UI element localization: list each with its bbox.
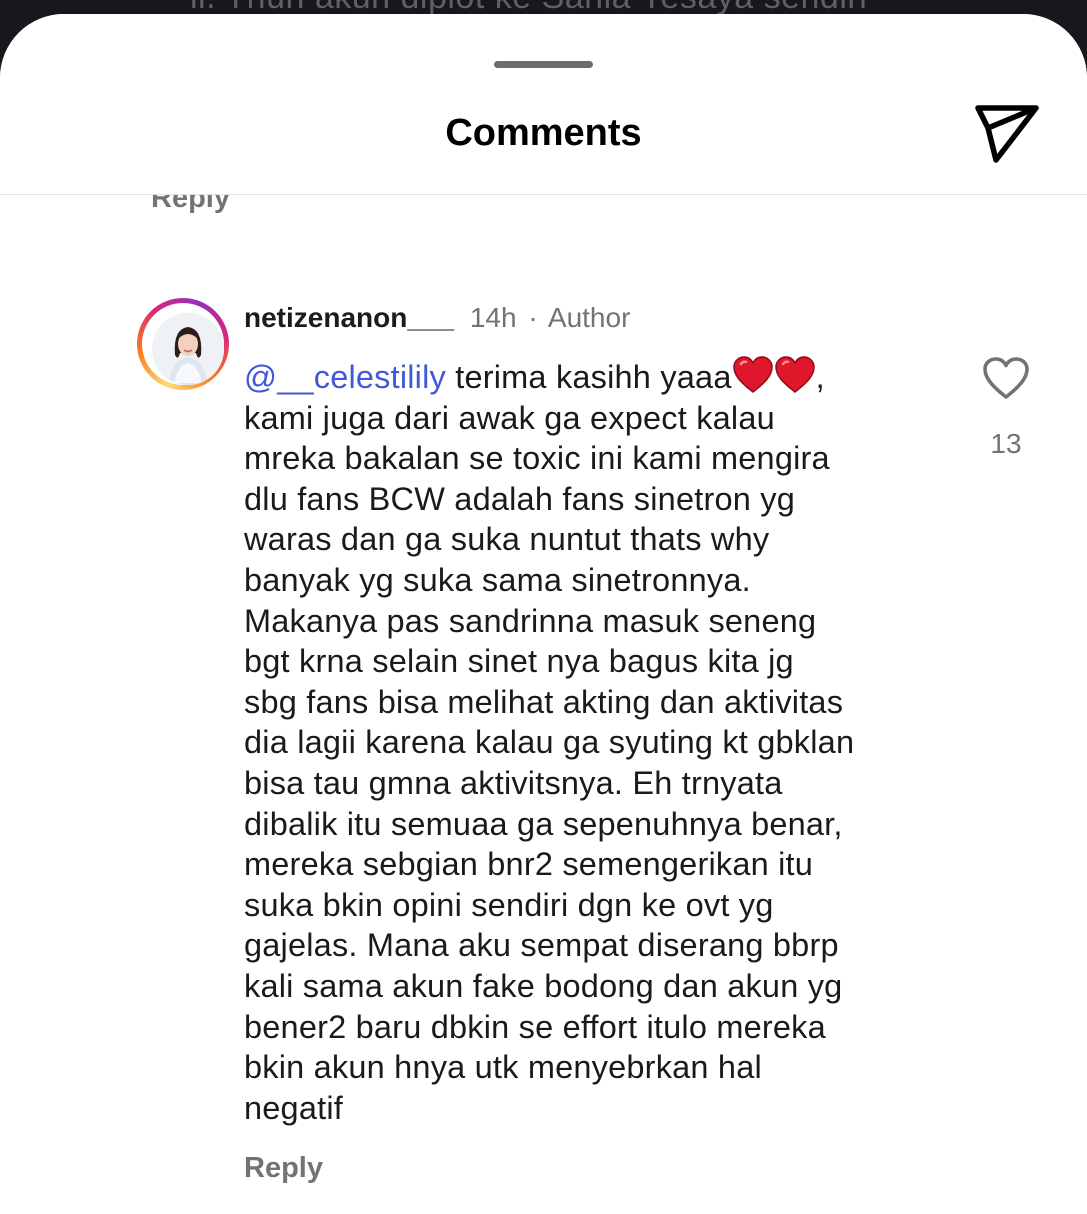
comments-header — [0, 14, 1087, 194]
author-badge: Author — [547, 302, 631, 333]
comment-text-punct: , — [815, 359, 825, 395]
comment-text: @__celestilily terima kasihh yaaa, kami … — [244, 356, 944, 1128]
red-heart-icon — [774, 356, 815, 393]
avatar[interactable] — [152, 313, 224, 385]
comment-username[interactable]: netizenanon___ — [244, 302, 454, 333]
avatar-image — [152, 313, 224, 385]
comment-meta: netizenanon___ 14h · Author — [244, 302, 630, 334]
story-ring[interactable] — [137, 298, 229, 390]
comment-text-rest: kami juga dari awak ga expect kalau mrek… — [244, 399, 855, 1126]
like-count: 13 — [990, 428, 1022, 459]
sheet-grabber[interactable] — [494, 61, 593, 68]
share-icon[interactable] — [972, 102, 1042, 164]
reply-button[interactable]: Reply — [244, 1152, 323, 1185]
red-heart-icon — [732, 356, 773, 393]
comment-text-line1: terima kasihh yaaa — [445, 359, 732, 395]
heart-like-icon[interactable] — [982, 356, 1030, 400]
comments-sheet: Comments Reply netizenanon___ 14h · Auth… — [0, 14, 1087, 1214]
meta-separator: · — [528, 302, 538, 333]
comment-time: 14h — [469, 302, 517, 333]
mention-link[interactable]: @__celestilily — [244, 359, 446, 395]
header-divider — [0, 194, 1087, 195]
comments-title: Comments — [445, 112, 642, 154]
